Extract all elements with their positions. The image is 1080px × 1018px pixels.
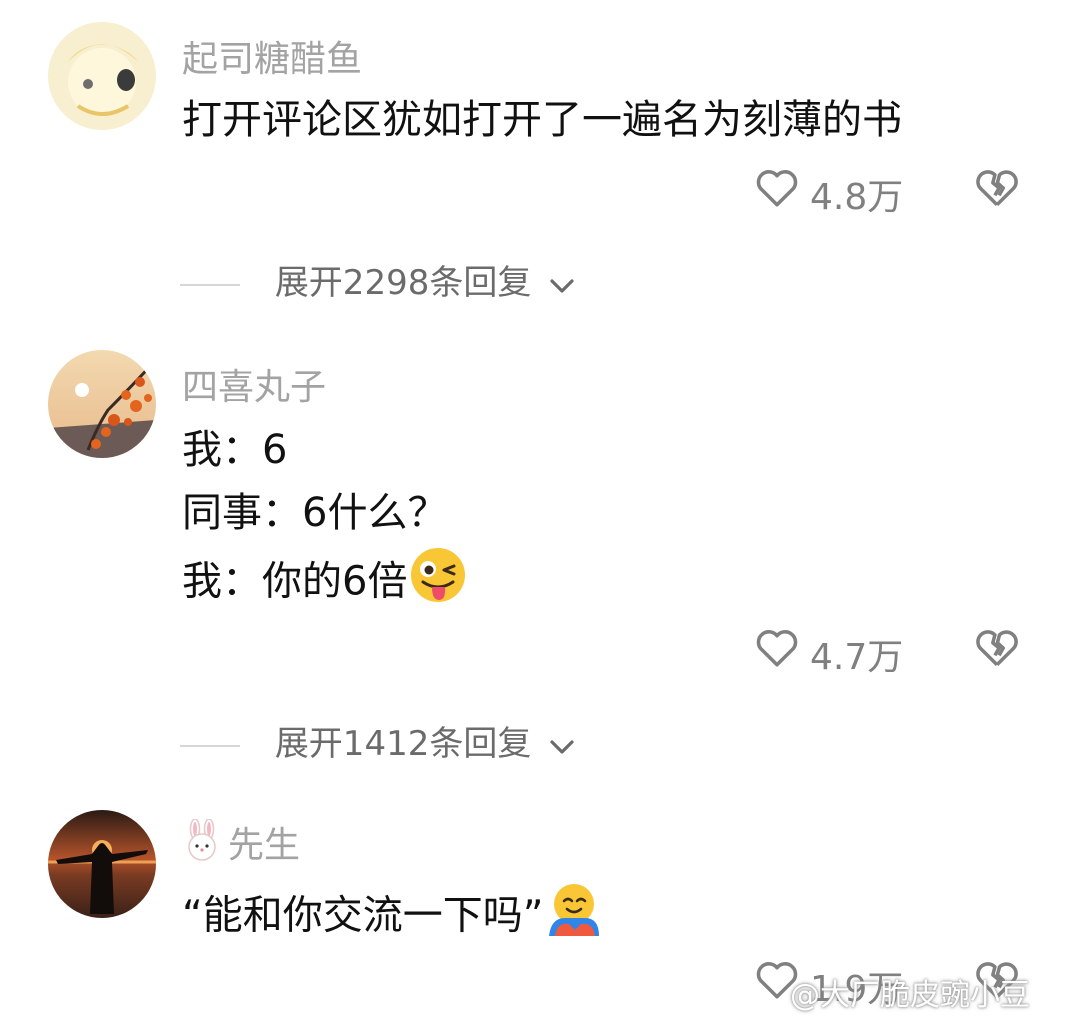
- comment-line: 打开评论区犹如打开了一遍名为刻薄的书: [182, 97, 902, 143]
- comment-line: 同事：6什么？: [182, 490, 448, 536]
- rabbit-emoji-icon: [182, 818, 222, 870]
- chevron-down-icon: [548, 265, 576, 305]
- expand-replies[interactable]: 展开1412条回复: [180, 716, 576, 764]
- comment-line: 我：6: [182, 427, 288, 473]
- expand-replies[interactable]: 展开2298条回复: [180, 255, 576, 303]
- divider: [180, 744, 240, 747]
- broken-heart-icon[interactable]: [972, 622, 1022, 676]
- expand-replies-label: 展开2298条回复: [274, 263, 532, 303]
- expand-replies-label: 展开1412条回复: [274, 724, 532, 764]
- chevron-down-icon: [548, 726, 576, 766]
- divider: [180, 283, 240, 286]
- comment-line: 我：你的6倍: [182, 546, 467, 609]
- username-text: 先生: [228, 825, 301, 866]
- comment-line: “能和你交流一下吗”: [182, 880, 603, 943]
- broken-heart-icon[interactable]: [972, 162, 1022, 216]
- comment-line-text: “能和你交流一下吗”: [182, 892, 544, 939]
- comment-text: 打开评论区犹如打开了一遍名为刻薄的书: [182, 90, 902, 153]
- avatar[interactable]: [48, 810, 156, 918]
- avatar[interactable]: [48, 350, 156, 458]
- hugging-face-emoji-icon: [545, 880, 603, 955]
- comment-line-text: 我：你的6倍: [182, 558, 408, 605]
- like-count: 4.8万: [810, 177, 904, 218]
- username[interactable]: 先生: [182, 816, 300, 870]
- winking-tongue-emoji-icon: [409, 546, 467, 621]
- username[interactable]: 起司糖醋鱼: [182, 30, 362, 82]
- username[interactable]: 四喜丸子: [182, 358, 326, 410]
- heart-icon[interactable]: [752, 162, 802, 216]
- watermark: @大厂脆皮豌小豆: [790, 978, 1030, 1013]
- comment-actions: 4.8万: [748, 162, 1038, 218]
- avatar[interactable]: [48, 22, 156, 130]
- comment-text: “能和你交流一下吗”: [182, 880, 603, 943]
- comment-text: 我：6 同事：6什么？ 我：你的6倍: [182, 420, 467, 609]
- heart-icon[interactable]: [752, 622, 802, 676]
- comment-actions: 4.7万: [748, 622, 1038, 678]
- like-count: 4.7万: [810, 637, 904, 678]
